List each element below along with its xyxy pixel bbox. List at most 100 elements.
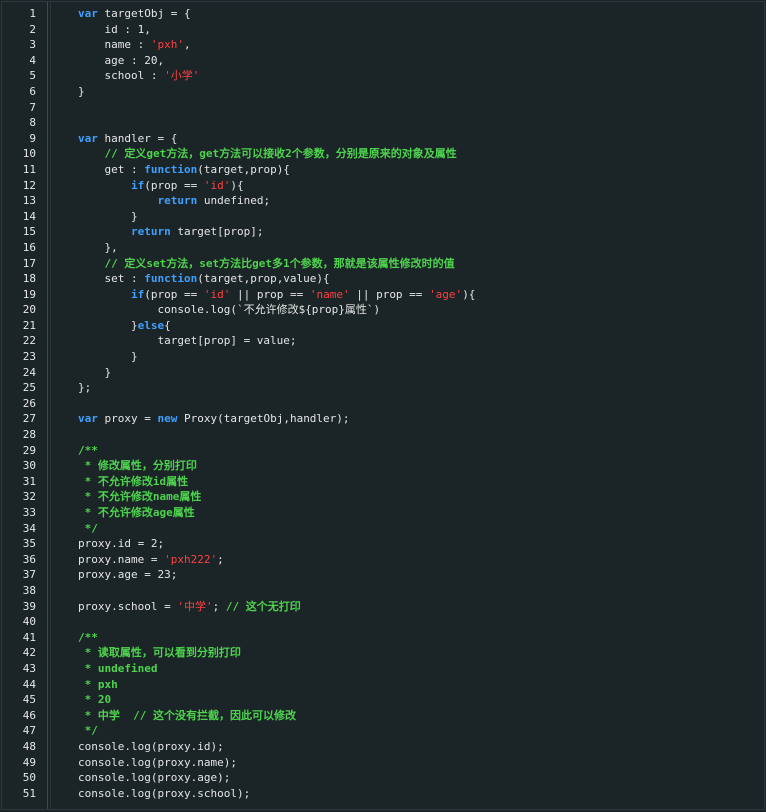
code-line[interactable]: 45 * 20: [2, 692, 764, 708]
code-line[interactable]: 12 if(prop == 'id'){: [2, 178, 764, 194]
code-line[interactable]: 8: [2, 115, 764, 131]
code-line[interactable]: 35 proxy.id = 2;: [2, 536, 764, 552]
line-number: 16: [22, 240, 36, 254]
code-line[interactable]: 34 */: [2, 521, 764, 537]
code-line[interactable]: 14 }: [2, 209, 764, 225]
code-line[interactable]: 20 console.log(`不允许修改${prop}属性`): [2, 302, 764, 318]
code-editor[interactable]: 1 var targetObj = {2 id : 1, 3 name : 'pxh…: [1, 1, 765, 810]
code-line[interactable]: 41 /**: [2, 630, 764, 646]
code-line[interactable]: 42 * 读取属性，可以看到分别打印: [2, 645, 764, 661]
code-token: }: [78, 84, 85, 98]
code-token: set :: [78, 272, 145, 286]
code-line[interactable]: 22 target[prop] = value;: [2, 333, 764, 349]
code-line[interactable]: 25};: [2, 380, 764, 396]
code-line[interactable]: 47 */: [2, 723, 764, 739]
code-line[interactable]: 1 var targetObj = {: [2, 6, 764, 22]
line-code: proxy.age = 23;: [47, 567, 764, 583]
code-line[interactable]: 39 proxy.school = '中学'; // 这个无打印: [2, 599, 764, 615]
code-line[interactable]: 33 * 不允许修改age属性: [2, 505, 764, 521]
code-line[interactable]: 24 }: [2, 365, 764, 381]
code-line[interactable]: 40: [2, 614, 764, 630]
code-line[interactable]: 9 var handler = {: [2, 131, 764, 147]
code-token: function: [144, 272, 198, 286]
code-line[interactable]: 30 * 修改属性，分别打印: [2, 458, 764, 474]
code-token: '中学': [177, 599, 213, 613]
code-line[interactable]: 17 // 定义set方法，set方法比get多1个参数，那就是该属性修改时的值: [2, 256, 764, 272]
line-number: 26: [22, 396, 36, 410]
code-token: 'id': [203, 287, 231, 301]
code-token: 'pxh': [150, 38, 184, 52]
code-lines[interactable]: 1 var targetObj = {2 id : 1, 3 name : 'pxh…: [2, 6, 764, 801]
code-line[interactable]: 4 age : 20,: [2, 53, 764, 69]
line-code: console.log(proxy.name);: [47, 755, 764, 771]
line-number: 3: [29, 38, 36, 52]
line-code: if(prop == 'id'){: [47, 178, 764, 194]
code-token: age : 20,: [78, 53, 165, 67]
code-line[interactable]: 51 console.log(proxy.school);: [2, 786, 764, 802]
line-number: 35: [22, 537, 36, 551]
line-code: age : 20,: [47, 53, 764, 69]
line-code: * 不允许修改age属性: [47, 505, 764, 521]
code-line[interactable]: 10 // 定义get方法，get方法可以接收2个参数，分别是原来的对象及属性: [2, 146, 764, 162]
line-number: 40: [22, 615, 36, 629]
code-line[interactable]: 36 proxy.name = 'pxh222';: [2, 552, 764, 568]
line-number: 14: [22, 209, 36, 223]
line-number: 41: [22, 630, 36, 644]
code-line[interactable]: 37 proxy.age = 23;: [2, 567, 764, 583]
line-number: 39: [22, 599, 36, 613]
code-line[interactable]: 28: [2, 427, 764, 443]
code-line[interactable]: 6}: [2, 84, 764, 100]
code-line[interactable]: 29 /**: [2, 443, 764, 459]
code-line[interactable]: 3 name : 'pxh',: [2, 37, 764, 53]
code-line[interactable]: 11 get : function(target,prop){: [2, 162, 764, 178]
code-line[interactable]: 16 },: [2, 240, 764, 256]
code-line[interactable]: 21 }else{: [2, 318, 764, 334]
code-token: * 中学 // 这个没有拦截，因此可以修改: [78, 708, 296, 722]
line-number: 33: [22, 506, 36, 519]
code-line[interactable]: 44 * pxh: [2, 677, 764, 693]
code-token: (prop ==: [144, 287, 204, 301]
line-code: * undefined: [47, 661, 764, 677]
code-line[interactable]: 7: [2, 100, 764, 116]
line-number: 7: [29, 100, 36, 114]
code-token: proxy =: [97, 412, 158, 426]
code-token: * 不允许修改name属性: [78, 490, 202, 504]
code-line[interactable]: 32 * 不允许修改name属性: [2, 489, 764, 505]
code-line[interactable]: 48 console.log(proxy.id);: [2, 739, 764, 755]
code-line[interactable]: 2 id : 1,: [2, 22, 764, 38]
line-number: 10: [22, 147, 36, 161]
code-line[interactable]: 23 }: [2, 349, 764, 365]
line-number: 47: [22, 724, 36, 738]
line-code: * 不允许修改name属性: [47, 489, 764, 505]
code-line[interactable]: 31 * 不允许修改id属性: [2, 474, 764, 490]
code-line[interactable]: 50 console.log(proxy.age);: [2, 770, 764, 786]
line-number: 2: [29, 22, 36, 36]
code-line[interactable]: 38: [2, 583, 764, 599]
code-line[interactable]: 13 return undefined;: [2, 193, 764, 209]
line-code: }else{: [47, 318, 764, 334]
code-line[interactable]: 19 if(prop == 'id' || prop == 'name' || …: [2, 287, 764, 303]
code-line[interactable]: 15 return target[prop];: [2, 224, 764, 240]
code-token: if: [130, 287, 145, 301]
code-line[interactable]: 18 set : function(target,prop,value){: [2, 271, 764, 287]
line-number: 13: [22, 194, 36, 208]
code-line[interactable]: 49 console.log(proxy.name);: [2, 755, 764, 771]
line-code: var targetObj = {: [47, 6, 764, 22]
line-code: * 中学 // 这个没有拦截，因此可以修改: [47, 708, 764, 724]
code-line[interactable]: 5 school : '小学': [2, 68, 764, 84]
code-token: // 定义set方法，set方法比get多1个参数，那就是该属性修改时的值: [104, 256, 455, 270]
code-token: (prop ==: [144, 178, 204, 192]
line-number: 24: [22, 365, 36, 379]
code-line[interactable]: 27 var proxy = new Proxy(targetObj,handle…: [2, 411, 764, 427]
code-token: Proxy(targetObj,handler);: [177, 412, 350, 426]
code-line[interactable]: 46 * 中学 // 这个没有拦截，因此可以修改: [2, 708, 764, 724]
code-token: (target,prop,value){: [197, 272, 330, 286]
code-line[interactable]: 26: [2, 396, 764, 412]
code-token: function: [144, 162, 198, 176]
code-line[interactable]: 43 * undefined: [2, 661, 764, 677]
code-token: * 修改属性，分别打印: [78, 459, 197, 473]
code-token: proxy.id = 2;: [78, 537, 165, 551]
line-number: 29: [22, 443, 36, 457]
